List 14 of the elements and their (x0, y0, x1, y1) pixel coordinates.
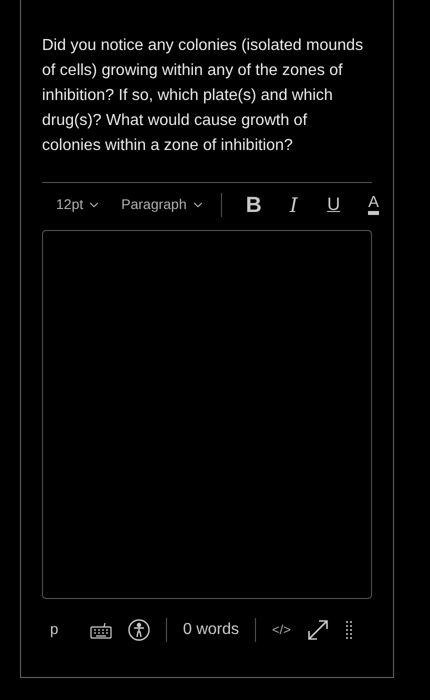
html-editor-button[interactable]: </> (272, 620, 291, 640)
element-path[interactable]: p (50, 618, 74, 642)
block-format-dropdown[interactable]: Paragraph (121, 194, 205, 215)
question-text: Did you notice any colonies (isolated mounds of cells) growing within any of the zones of inhibition? If so, which plate(s) and which drug(s)? What would cause growth of colonies within a zone of inhibition? (42, 36, 364, 156)
accessibility-icon[interactable] (128, 619, 150, 641)
text-color-button[interactable]: A (358, 188, 390, 220)
keyboard-icon[interactable] (90, 621, 112, 639)
drag-handle-icon[interactable] (344, 620, 353, 640)
word-count: 0 words (183, 620, 240, 640)
italic-button[interactable]: I (278, 188, 310, 220)
bold-button[interactable]: B (238, 188, 270, 220)
underline-button[interactable]: U (318, 188, 350, 220)
expand-icon[interactable] (306, 619, 329, 641)
font-size-dropdown[interactable]: 12pt (56, 194, 102, 215)
